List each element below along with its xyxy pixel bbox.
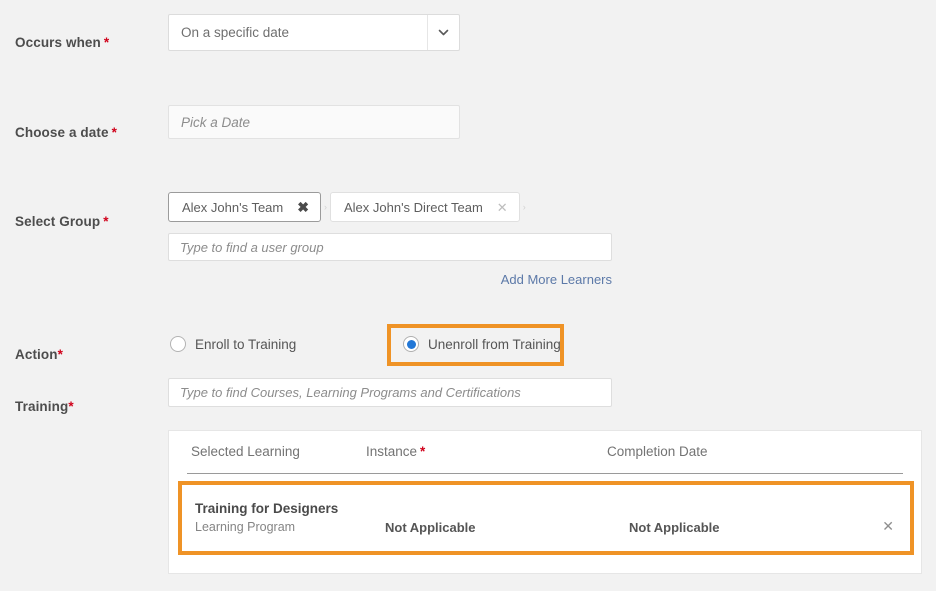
required-asterisk: * (68, 399, 74, 414)
training-search-placeholder: Type to find Courses, Learning Programs … (180, 385, 521, 400)
radio-dot (406, 339, 416, 349)
choose-date-input[interactable]: Pick a Date (168, 105, 460, 139)
choose-date-label-text: Choose a date (15, 125, 109, 140)
close-icon[interactable]: ✕ (497, 201, 508, 214)
group-chip[interactable]: Alex John's Team ✖ (168, 192, 321, 222)
add-more-learners-label: Add More Learners (500, 272, 612, 287)
chip-separator-glyph: › (323, 202, 327, 212)
row-training-type: Learning Program (195, 520, 296, 534)
required-asterisk: * (57, 347, 63, 362)
column-header-instance: Instance * (366, 444, 425, 459)
close-icon[interactable]: ✖ (297, 200, 309, 214)
action-label-text: Action (15, 347, 58, 362)
table-header-divider (187, 473, 903, 474)
required-asterisk: * (111, 125, 117, 140)
selected-learning-table: Selected Learning Instance * Completion D… (168, 430, 922, 574)
occurs-when-label-text: Occurs when (15, 35, 101, 50)
radio-enroll-to-training[interactable]: Enroll to Training (170, 336, 296, 352)
choose-date-placeholder: Pick a Date (181, 114, 251, 130)
column-header-selected-learning: Selected Learning (191, 444, 300, 459)
column-header-selected-learning-text: Selected Learning (191, 444, 300, 459)
radio-unenroll-from-training[interactable]: Unenroll from Training (403, 336, 561, 352)
column-header-instance-text: Instance (366, 444, 418, 459)
table-header-row: Selected Learning Instance * Completion D… (169, 431, 921, 474)
group-chip[interactable]: Alex John's Direct Team ✕ (329, 192, 520, 222)
chip-separator: › (520, 202, 529, 212)
table-row[interactable]: Training for Designers Learning Program … (182, 485, 910, 551)
row-instance-value: Not Applicable (385, 520, 476, 535)
required-asterisk: * (103, 35, 110, 50)
select-group-label-text: Select Group (15, 214, 101, 229)
training-label: Training* (15, 399, 160, 414)
group-chip-label: Alex John's Team (182, 199, 284, 215)
column-header-completion-date: Completion Date (607, 444, 708, 459)
close-icon[interactable]: ✕ (882, 518, 894, 535)
radio-unchecked-icon (170, 336, 186, 352)
row-completion-date-value: Not Applicable (629, 520, 720, 535)
occurs-when-selected-value: On a specific date (181, 25, 290, 40)
chevron-down-icon[interactable] (427, 15, 459, 50)
column-header-completion-date-text: Completion Date (607, 444, 708, 459)
radio-unenroll-label: Unenroll from Training (428, 336, 561, 352)
select-group-label: Select Group * (15, 214, 160, 229)
required-asterisk: * (103, 214, 109, 229)
radio-checked-icon (403, 336, 419, 352)
group-search-input[interactable]: Type to find a user group (168, 233, 612, 261)
chip-separator-glyph: › (522, 202, 526, 212)
required-asterisk: * (420, 444, 426, 459)
add-more-learners-link[interactable]: Add More Learners (412, 272, 612, 287)
row-training-title: Training for Designers (195, 501, 339, 516)
selected-group-chips: Alex John's Team ✖ › Alex John's Direct … (168, 192, 529, 222)
action-label: Action* (15, 347, 160, 362)
group-chip-label: Alex John's Direct Team (343, 199, 483, 215)
table-row-highlight: Training for Designers Learning Program … (178, 481, 914, 555)
radio-enroll-label: Enroll to Training (195, 336, 297, 352)
group-search-placeholder: Type to find a user group (180, 239, 324, 255)
training-search-input[interactable]: Type to find Courses, Learning Programs … (168, 378, 612, 407)
choose-date-label: Choose a date * (15, 125, 160, 140)
training-label-text: Training (15, 399, 69, 414)
occurs-when-select[interactable]: On a specific date (168, 14, 460, 51)
occurs-when-label: Occurs when * (15, 35, 160, 50)
chip-separator: › (321, 202, 330, 212)
